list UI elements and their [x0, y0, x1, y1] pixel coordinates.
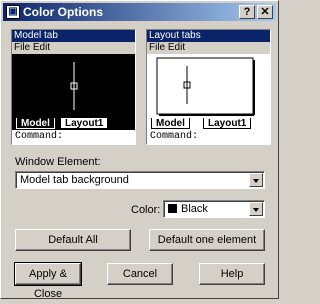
- chevron-down-icon[interactable]: [249, 173, 263, 187]
- model-preview-tabs: Model Layout1: [12, 118, 135, 130]
- layout-preview-tab-model[interactable]: Model: [151, 118, 190, 129]
- default-one-element-button[interactable]: Default one element: [149, 229, 265, 251]
- title-bar[interactable]: ▣ Color Options ? ✕: [3, 3, 276, 21]
- window-element-select[interactable]: Model tab background: [15, 171, 265, 189]
- layout-tab-preview[interactable]: Layout tabs File Edit Model Layout1 Comm…: [146, 29, 271, 145]
- color-value: Black: [181, 203, 208, 215]
- layout-preview-title: Layout tabs: [147, 30, 270, 42]
- default-all-button[interactable]: Default All: [15, 229, 131, 251]
- layout-preview-canvas[interactable]: [147, 54, 270, 118]
- model-preview-tab-model[interactable]: Model: [16, 118, 55, 129]
- model-preview-tab-layout1[interactable]: Layout1: [60, 118, 109, 129]
- cancel-button[interactable]: Cancel: [107, 263, 173, 285]
- crosshair-icon: [70, 62, 78, 110]
- help-button[interactable]: Help: [199, 263, 265, 285]
- layout-preview-menu: File Edit: [147, 42, 270, 54]
- color-swatch: [168, 204, 177, 213]
- close-title-button[interactable]: ✕: [257, 5, 273, 19]
- model-preview-canvas[interactable]: [12, 54, 135, 118]
- window-element-label: Window Element:: [15, 156, 101, 168]
- layout-preview-command-line: Command:: [147, 130, 270, 144]
- color-options-dialog: ▣ Color Options ? ✕ Model tab File Edit …: [0, 0, 279, 300]
- app-icon: ▣: [6, 5, 20, 19]
- layout-preview-tab-layout1[interactable]: Layout1: [203, 118, 252, 129]
- model-tab-preview[interactable]: Model tab File Edit Model Layout1 Comman…: [11, 29, 136, 145]
- apply-close-button[interactable]: Apply & Close: [14, 262, 82, 300]
- chevron-down-icon[interactable]: [249, 202, 263, 216]
- layout-preview-tabs: Model Layout1: [147, 118, 270, 130]
- model-preview-title: Model tab: [12, 30, 135, 42]
- model-preview-command-line: Command:: [12, 130, 135, 144]
- model-preview-menu: File Edit: [12, 42, 135, 54]
- paper-sheet-icon: [156, 57, 255, 116]
- help-title-button[interactable]: ?: [239, 5, 255, 19]
- window-title: Color Options: [23, 5, 103, 19]
- window-element-value: Model tab background: [20, 174, 129, 186]
- color-select[interactable]: Black: [163, 200, 265, 218]
- color-label: Color:: [131, 204, 161, 216]
